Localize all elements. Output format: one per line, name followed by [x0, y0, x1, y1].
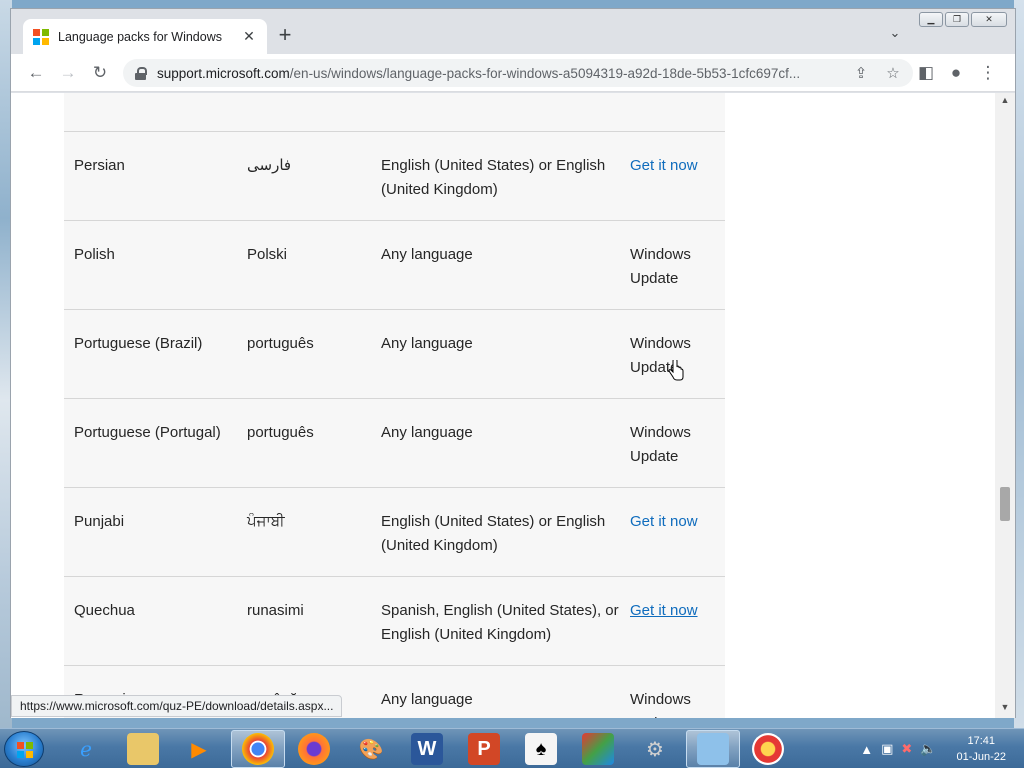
table-row: Quechua runasimi Spanish, English (United …: [64, 577, 725, 666]
system-tray: ▲ ▣ ✖ 🔈 17:41 01-Jun-22: [860, 729, 1024, 768]
clock[interactable]: 17:41 01-Jun-22: [956, 733, 1006, 765]
base-language-cell: English (United States) or English (Unit…: [381, 513, 606, 554]
scrollbar-thumb[interactable]: [1000, 487, 1010, 521]
native-name-cell: فارسی: [247, 157, 292, 174]
vertical-scrollbar[interactable]: ▲ ▼: [995, 93, 1015, 718]
base-language-cell: Any language: [381, 424, 473, 441]
native-name-cell: runasimi: [247, 602, 304, 619]
firefox-icon[interactable]: [298, 733, 330, 765]
remote-desktop-icon[interactable]: [697, 733, 729, 765]
volume-icon[interactable]: 🔈: [920, 741, 936, 757]
bookmark-star-icon[interactable]: ☆: [883, 64, 903, 82]
paint-icon[interactable]: 🎨: [355, 733, 387, 765]
word-icon[interactable]: W: [411, 733, 443, 765]
media-player-icon[interactable]: ▶: [183, 733, 215, 765]
language-table: English (United Kingdom) Persian فارسی Engl…: [64, 93, 725, 718]
chrome-icon[interactable]: [242, 733, 274, 765]
close-window-button[interactable]: ✕: [971, 12, 1007, 27]
language-cell: Punjabi: [74, 513, 125, 530]
clock-time: 17:41: [967, 735, 995, 747]
browser-toolbar: ← → ↻ support.microsoft.com/en-us/window…: [11, 54, 1015, 92]
settings-gear-icon[interactable]: ⚙: [639, 733, 671, 765]
get-it-now-link[interactable]: Get it now: [630, 599, 720, 623]
native-name-cell: português: [247, 424, 314, 441]
tab-language-packs[interactable]: Language packs for Windows ✕: [23, 19, 267, 54]
table-row: Punjabi ਪੰਜਾਬੀ English (United States) or …: [64, 488, 725, 577]
action-cell: Windows Update: [630, 691, 691, 718]
photo-gallery-icon[interactable]: [582, 733, 614, 765]
tab-search-chevron-icon[interactable]: ⌄: [885, 25, 905, 45]
language-cell: Polish: [74, 246, 115, 263]
get-it-now-link[interactable]: Get it now: [630, 154, 720, 178]
solitaire-icon[interactable]: ♠: [525, 733, 557, 765]
base-language-cell: English (United States) or English (Unit…: [381, 157, 606, 198]
menu-kebab-icon[interactable]: ⋮: [976, 61, 1000, 85]
native-name-cell: ਪੰਜਾਬੀ: [247, 513, 285, 530]
file-explorer-icon[interactable]: [127, 733, 159, 765]
windows-logo-icon: [17, 742, 33, 758]
page-viewport: English (United Kingdom) Persian فارسی Engl…: [11, 93, 997, 718]
back-arrow-icon[interactable]: ←: [24, 61, 48, 85]
share-icon[interactable]: ⇪: [851, 64, 871, 82]
microsoft-logo-icon: [33, 28, 49, 45]
lock-icon: [135, 66, 147, 80]
table-row: Portuguese (Portugal) português Any langua…: [64, 399, 725, 488]
chrome-window: Language packs for Windows ✕ + ⌄ ▁ ❐ ✕ ←…: [10, 8, 1016, 718]
hand-cursor-icon: [668, 360, 684, 381]
tab-close-icon[interactable]: ✕: [241, 28, 257, 45]
shield-app-icon[interactable]: [752, 733, 784, 765]
internet-explorer-icon[interactable]: ℯ: [70, 733, 102, 765]
base-language-cell: Spanish, English (United States), or Eng…: [381, 602, 619, 643]
language-cell: Portuguese (Portugal): [74, 424, 221, 441]
table-row: English (United Kingdom): [64, 93, 725, 132]
tab-title: Language packs for Windows: [58, 29, 222, 44]
clock-date: 01-Jun-22: [956, 751, 1006, 763]
action-cell: Windows Update: [630, 424, 691, 465]
new-tab-button[interactable]: +: [273, 24, 297, 48]
base-language-cell: Any language: [381, 691, 473, 708]
native-name-cell: português: [247, 335, 314, 352]
address-bar[interactable]: support.microsoft.com/en-us/windows/lang…: [123, 59, 913, 87]
side-panel-icon[interactable]: ◧: [914, 61, 938, 85]
minimize-button[interactable]: ▁: [919, 12, 943, 27]
profile-avatar-icon[interactable]: ●: [944, 61, 968, 85]
language-cell: Persian: [74, 157, 125, 174]
get-it-now-link[interactable]: Get it now: [630, 510, 720, 534]
table-row: Portuguese (Brazil) português Any language…: [64, 310, 725, 399]
network-icon[interactable]: ▣: [881, 741, 893, 757]
reload-icon[interactable]: ↻: [88, 61, 112, 85]
scroll-up-icon[interactable]: ▲: [995, 95, 1015, 109]
show-hidden-icons-icon[interactable]: ▲: [860, 742, 873, 757]
action-cell: Windows Update: [630, 246, 691, 287]
base-language-cell: Any language: [381, 335, 473, 352]
network-warning-icon[interactable]: ✖: [901, 741, 912, 757]
forward-arrow-icon[interactable]: →: [56, 61, 80, 85]
window-controls: ▁ ❐ ✕: [919, 12, 1007, 27]
language-cell: Portuguese (Brazil): [74, 335, 203, 352]
tab-strip: Language packs for Windows ✕ + ⌄ ▁ ❐ ✕: [11, 9, 1015, 54]
start-button[interactable]: [4, 731, 44, 767]
language-cell: Quechua: [74, 602, 135, 619]
base-language-cell: Any language: [381, 246, 473, 263]
table-row: Persian فارسی English (United States) or E…: [64, 132, 725, 221]
powerpoint-icon[interactable]: P: [468, 733, 500, 765]
maximize-button[interactable]: ❐: [945, 12, 969, 27]
link-status-bubble: https://www.microsoft.com/quz-PE/downloa…: [11, 695, 343, 717]
url-text[interactable]: support.microsoft.com/en-us/windows/lang…: [157, 66, 839, 81]
native-name-cell: Polski: [247, 246, 288, 263]
table-row: Polish Polski Any language Windows Update: [64, 221, 725, 310]
scroll-down-icon[interactable]: ▼: [995, 702, 1015, 716]
windows-taskbar: ℯ ▶ 🎨 W P ♠ ⚙ ▲ ▣ ✖ 🔈 17:41 01-Jun-22: [0, 728, 1024, 768]
